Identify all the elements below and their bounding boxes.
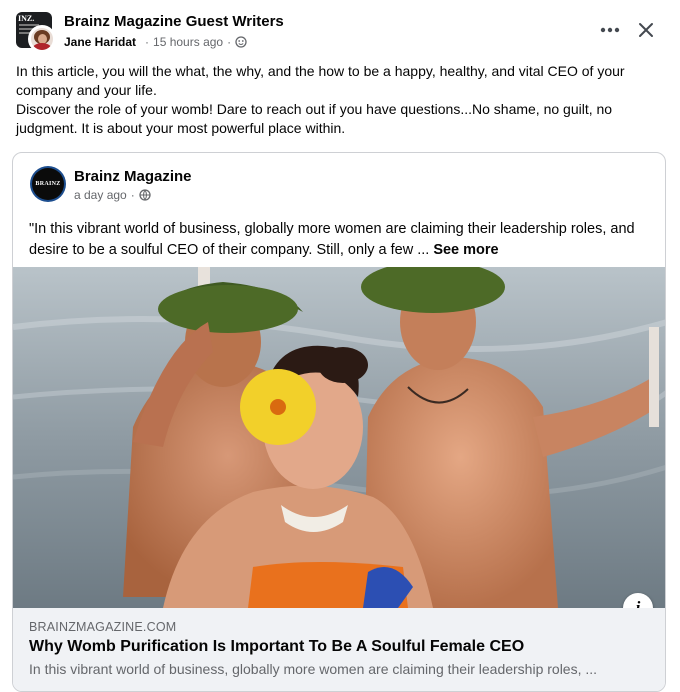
link-title[interactable]: Why Womb Purification Is Important To Be… xyxy=(29,638,524,656)
group-name-link[interactable]: Brainz Magazine Guest Writers xyxy=(64,13,284,30)
article-image[interactable]: i xyxy=(13,267,665,608)
link-preview[interactable]: BRAINZMAGAZINE.COM Why Womb Purification… xyxy=(13,608,665,691)
close-button[interactable] xyxy=(634,18,658,42)
page-name-link[interactable]: Brainz Magazine xyxy=(74,168,192,185)
more-options-icon xyxy=(600,27,620,33)
author-avatar[interactable] xyxy=(28,25,56,53)
shared-post-meta: a day ago · xyxy=(74,188,151,202)
shared-timestamp[interactable]: a day ago xyxy=(74,188,127,202)
post-paragraph: Discover the role of your womb! Dare to … xyxy=(16,101,613,136)
author-photo xyxy=(31,28,53,50)
post-header: INZ. Brainz Magazine Guest Writers Jane … xyxy=(0,0,680,60)
shared-text-body: "In this vibrant world of business, glob… xyxy=(29,221,635,258)
globe-icon[interactable] xyxy=(139,189,151,201)
meta-separator: · xyxy=(130,188,135,202)
page-avatar-logo: BRAINZ xyxy=(32,168,64,200)
close-icon xyxy=(639,23,653,37)
link-domain: BRAINZMAGAZINE.COM xyxy=(29,620,177,634)
see-more-link[interactable]: See more xyxy=(433,242,498,258)
author-name-link[interactable]: Jane Haridat xyxy=(64,35,136,49)
group-avatar-text: INZ. xyxy=(18,14,35,23)
shared-post-text: "In this vibrant world of business, glob… xyxy=(29,219,654,261)
link-description: In this vibrant world of business, globa… xyxy=(29,661,598,677)
article-photo xyxy=(13,267,665,608)
info-icon: i xyxy=(635,598,641,608)
post-text: In this article, you will the what, the … xyxy=(16,62,671,138)
page-avatar[interactable]: BRAINZ xyxy=(30,166,66,202)
shared-post-card[interactable]: BRAINZ Brainz Magazine a day ago · "In t… xyxy=(12,152,666,692)
meta-separator: · xyxy=(227,35,232,49)
meta-separator: · xyxy=(145,35,150,49)
post-meta: Jane Haridat · 15 hours ago · xyxy=(64,35,247,49)
more-options-button[interactable] xyxy=(598,18,622,42)
group-audience-icon[interactable] xyxy=(235,36,247,48)
post-paragraph: In this article, you will the what, the … xyxy=(16,63,625,98)
post-timestamp[interactable]: 15 hours ago xyxy=(153,35,223,49)
